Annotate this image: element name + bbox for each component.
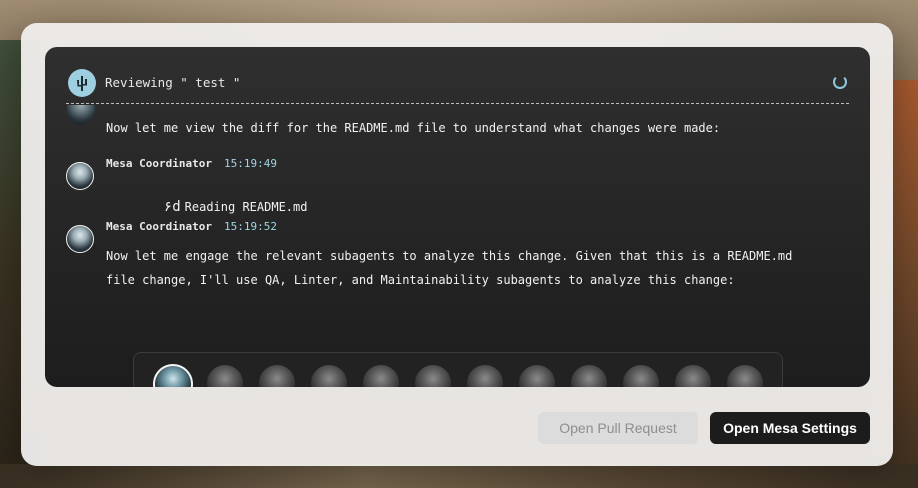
message-author: Mesa Coordinator [106, 157, 212, 170]
message-timestamp: 15:19:52 [224, 220, 277, 233]
message-list[interactable]: Now let me view the diff for the README.… [45, 105, 870, 387]
message-timestamp: 15:19:49 [224, 157, 277, 170]
subagent-avatar[interactable] [207, 365, 243, 387]
reading-file-label: Reading README.md [184, 200, 308, 214]
coordinator-avatar [66, 225, 94, 253]
glasses-icon: ۶d [163, 199, 181, 215]
review-title: Reviewing " test " [105, 75, 241, 90]
subagent-selector [133, 352, 783, 387]
subagent-avatar[interactable] [311, 365, 347, 387]
cactus-logo-icon [68, 69, 96, 97]
subagent-avatar[interactable] [571, 365, 607, 387]
subagent-avatar[interactable] [467, 365, 503, 387]
background-canyon-floor [0, 464, 918, 488]
review-log-panel: Reviewing " test " Now let me view the d… [45, 47, 870, 387]
message-author: Mesa Coordinator [106, 220, 212, 233]
message-text: file change, I'll use QA, Linter, and Ma… [106, 273, 735, 287]
subagent-avatar[interactable] [259, 365, 295, 387]
subagent-avatar[interactable] [153, 364, 193, 387]
subagent-avatar[interactable] [519, 365, 555, 387]
subagent-avatar[interactable] [623, 365, 659, 387]
subagent-avatar[interactable] [415, 365, 451, 387]
coordinator-avatar [66, 162, 94, 190]
subagent-avatar[interactable] [363, 365, 399, 387]
subagent-avatar[interactable] [727, 365, 763, 387]
open-mesa-settings-button[interactable]: Open Mesa Settings [710, 412, 870, 444]
open-pull-request-button[interactable]: Open Pull Request [538, 412, 698, 444]
subagent-avatar[interactable] [675, 365, 711, 387]
review-dialog: Reviewing " test " Now let me view the d… [21, 23, 893, 466]
coordinator-avatar [67, 105, 95, 125]
review-header: Reviewing " test " [66, 67, 849, 104]
message-text: Now let me engage the relevant subagents… [106, 249, 793, 263]
message-text: Now let me view the diff for the README.… [106, 121, 721, 135]
loading-spinner-icon [833, 75, 847, 89]
